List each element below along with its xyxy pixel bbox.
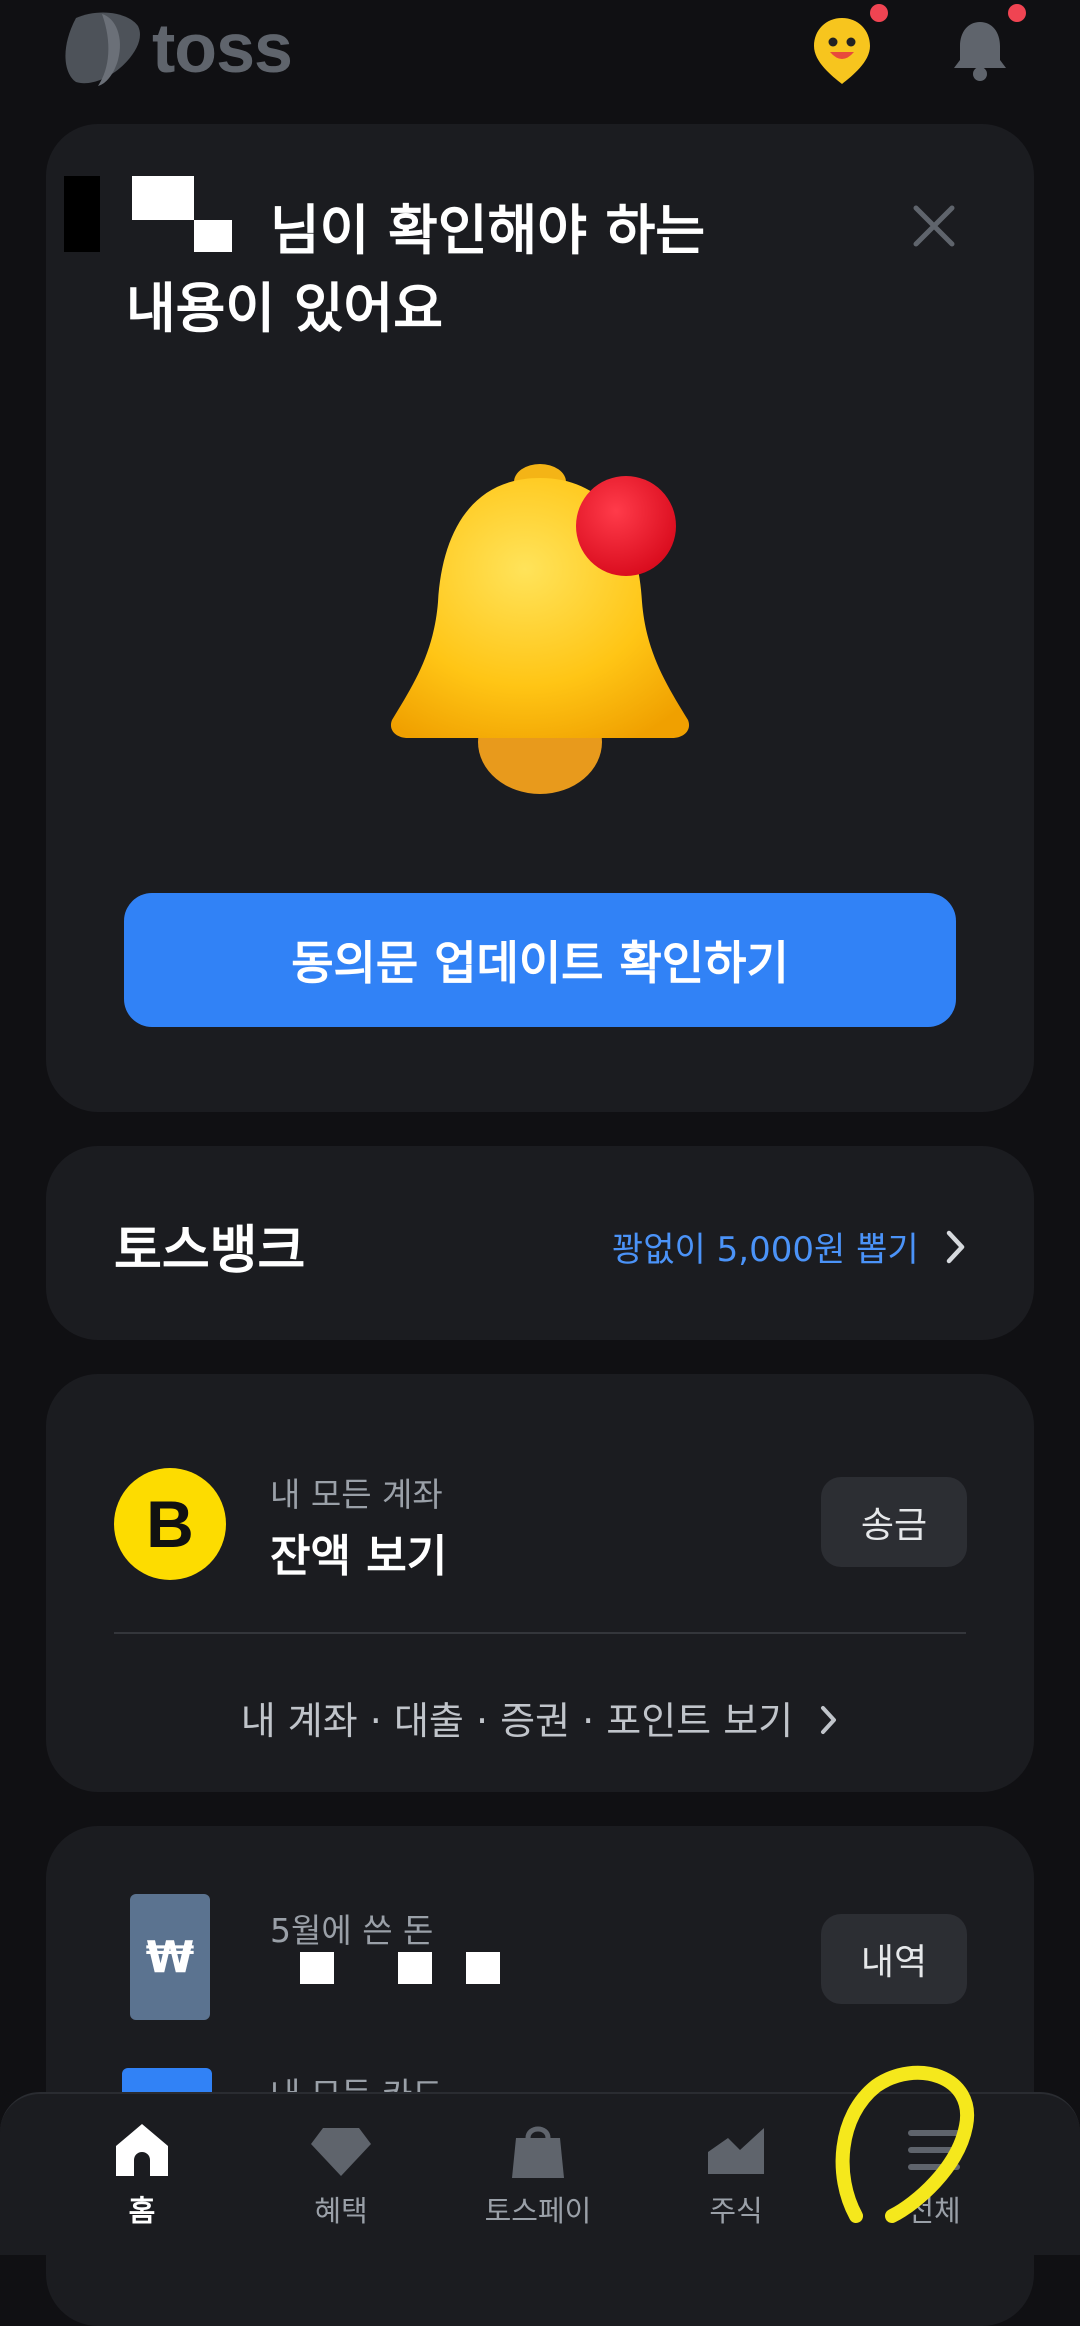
diamond-icon <box>311 2128 371 2176</box>
close-button[interactable] <box>904 196 964 256</box>
tossbank-promo-link[interactable]: 꽝없이 5,000원 뽑기 <box>612 1222 967 1271</box>
bank-logo: B <box>114 1468 226 1580</box>
stock-chart-icon <box>708 2128 764 2174</box>
card-image: ₩ <box>130 1894 210 2020</box>
toss-face-badge <box>870 4 888 22</box>
highlight-annotation <box>835 2065 975 2223</box>
accounts-overview-link[interactable]: 내 계좌 · 대출 · 증권 · 포인트 보기 <box>0 1690 1080 1745</box>
notification-bell-illustration <box>380 452 700 802</box>
close-icon <box>913 205 955 247</box>
balance-view-link[interactable]: 잔액 보기 <box>270 1520 447 1584</box>
divider <box>114 1632 966 1634</box>
notice-title: 님이 확인해야 하는 내용이 있어요 <box>126 192 826 348</box>
tab-label: 홈 <box>128 2194 156 2228</box>
chevron-right-icon <box>821 1706 837 1734</box>
accounts-sub-label: 내 모든 계좌 <box>270 1475 443 1514</box>
redaction-block <box>300 1952 334 1984</box>
monthly-spending-label: 5월에 쓴 돈 <box>270 1911 434 1950</box>
toss-logo-icon <box>65 12 140 86</box>
toss-logo[interactable]: toss <box>58 8 293 88</box>
redaction-block <box>398 1952 432 1984</box>
bell-icon[interactable] <box>944 4 1026 86</box>
toss-logo-text: toss <box>152 9 293 87</box>
history-button[interactable]: 내역 <box>821 1914 967 2004</box>
accounts-overview-text: 내 계좌 · 대출 · 증권 · 포인트 보기 <box>240 1699 794 1743</box>
tossbank-promo-text: 꽝없이 5,000원 뽑기 <box>612 1230 919 1270</box>
toss-face-icon[interactable] <box>806 4 888 86</box>
redaction-block <box>194 220 232 252</box>
redaction-block <box>132 176 194 220</box>
redaction-block <box>64 176 100 252</box>
tab-label: 혜택 <box>314 2194 368 2228</box>
tab-label: 주식 <box>709 2194 763 2228</box>
won-icon: ₩ <box>145 1931 195 1983</box>
bell-badge <box>1008 4 1026 22</box>
shopping-bag-icon <box>512 2126 564 2178</box>
notice-title-line2: 내용이 있어요 <box>126 277 443 340</box>
tab-stocks[interactable]: 주식 <box>656 2118 816 2230</box>
chevron-right-icon <box>946 1230 964 1263</box>
tab-label: 토스페이 <box>484 2194 592 2228</box>
tab-home[interactable]: 홈 <box>62 2118 222 2230</box>
transfer-button[interactable]: 송금 <box>821 1477 967 1567</box>
redaction-block <box>466 1952 500 1984</box>
tossbank-title: 토스뱅크 <box>114 1221 306 1281</box>
home-icon <box>116 2124 168 2176</box>
tab-benefits[interactable]: 혜택 <box>261 2118 421 2230</box>
consent-update-button[interactable]: 동의문 업데이트 확인하기 <box>124 893 956 1027</box>
bank-logo-letter: B <box>146 1487 194 1561</box>
tab-tosspay[interactable]: 토스페이 <box>458 2118 618 2230</box>
